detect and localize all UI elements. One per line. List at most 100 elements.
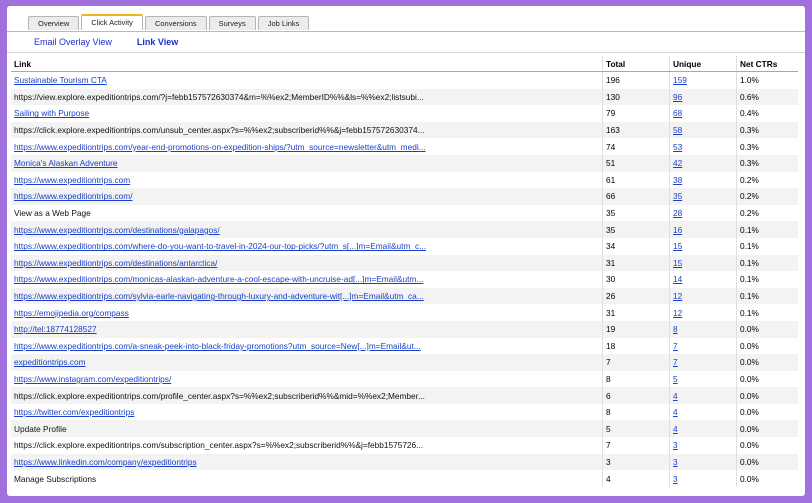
column-header-net-ctrs[interactable]: Net CTRs <box>736 56 798 72</box>
view-link-email-overlay-view[interactable]: Email Overlay View <box>34 37 112 47</box>
unique-count-link[interactable]: 96 <box>673 92 682 102</box>
unique-count-link[interactable]: 4 <box>673 407 678 417</box>
tracked-link[interactable]: https://www.expeditiontrips.com/monicas-… <box>14 274 499 284</box>
tracked-link[interactable]: https://www.expeditiontrips.com/ <box>14 191 499 201</box>
link-cell: https://click.explore.expeditiontrips.co… <box>11 437 603 454</box>
unique-count-link[interactable]: 12 <box>673 291 682 301</box>
unique-count-link[interactable]: 7 <box>673 357 678 367</box>
net-ctr-cell: 0.1% <box>736 254 798 272</box>
net-ctr-cell: 0.1% <box>736 287 798 305</box>
unique-cell: 16 <box>669 221 737 238</box>
tracked-link[interactable]: https://www.expeditiontrips.com/where-do… <box>14 241 499 251</box>
unique-count-link[interactable]: 4 <box>673 424 678 434</box>
unique-count-link[interactable]: 159 <box>673 75 687 85</box>
table-row: https://www.instagram.com/expeditiontrip… <box>11 370 798 388</box>
unique-count-link[interactable]: 28 <box>673 208 682 218</box>
unique-count-link[interactable]: 4 <box>673 391 678 401</box>
link-cell: https://www.expeditiontrips.com/destinat… <box>11 221 603 238</box>
unique-count-link[interactable]: 15 <box>673 258 682 268</box>
tracked-link[interactable]: https://www.expeditiontrips.com <box>14 175 499 185</box>
net-ctr-cell: 1.0% <box>736 71 798 89</box>
unique-count-link[interactable]: 7 <box>673 341 678 351</box>
unique-count-link[interactable]: 3 <box>673 440 678 450</box>
table-row: https://click.explore.expeditiontrips.co… <box>11 387 798 404</box>
total-cell: 8 <box>602 370 670 388</box>
tracked-link[interactable]: https://www.expeditiontrips.com/a-sneak-… <box>14 341 499 351</box>
unique-cell: 12 <box>669 287 737 305</box>
tracked-link[interactable]: Sustainable Tourism CTA <box>14 75 499 85</box>
total-cell: 130 <box>602 88 670 106</box>
unique-cell: 15 <box>669 237 737 255</box>
total-cell: 196 <box>602 71 670 89</box>
link-cell: Manage Subscriptions <box>11 470 603 487</box>
unique-count-link[interactable]: 68 <box>673 108 682 118</box>
unique-count-link[interactable]: 38 <box>673 175 682 185</box>
link-cell: Sustainable Tourism CTA <box>11 72 603 89</box>
unique-count-link[interactable]: 3 <box>673 474 678 484</box>
unique-cell: 42 <box>669 154 737 172</box>
unique-count-link[interactable]: 53 <box>673 142 682 152</box>
column-header-unique[interactable]: Unique <box>669 56 737 72</box>
tracked-link[interactable]: https://www.expeditiontrips.com/destinat… <box>14 258 499 268</box>
link-cell: https://emojipedia.org/compass <box>11 304 603 321</box>
total-cell: 3 <box>602 453 670 471</box>
tracked-link[interactable]: https://www.expeditiontrips.com/destinat… <box>14 225 499 235</box>
unique-count-link[interactable]: 8 <box>673 324 678 334</box>
net-ctr-cell: 0.2% <box>736 204 798 222</box>
net-ctr-cell: 0.1% <box>736 271 798 288</box>
column-header-total[interactable]: Total <box>602 56 670 72</box>
total-cell: 8 <box>602 403 670 421</box>
link-cell: View as a Web Page <box>11 205 603 222</box>
link-cell: https://click.explore.expeditiontrips.co… <box>11 121 603 139</box>
link-text: https://view.explore.expeditiontrips.com… <box>14 91 424 102</box>
tracked-link[interactable]: https://www.expeditiontrips.com/sylvia-e… <box>14 291 499 301</box>
net-ctr-cell: 0.2% <box>736 171 798 189</box>
net-ctr-cell: 0.0% <box>736 387 798 404</box>
table-row: https://click.explore.expeditiontrips.co… <box>11 121 798 139</box>
tracked-link[interactable]: https://twitter.com/expeditiontrips <box>14 407 499 417</box>
link-text: View as a Web Page <box>14 208 91 219</box>
unique-count-link[interactable]: 35 <box>673 191 682 201</box>
link-cell: https://www.expeditiontrips.com/where-do… <box>11 238 603 255</box>
column-header-link[interactable]: Link <box>11 56 603 72</box>
tracked-link[interactable]: https://www.expeditiontrips.com/year-end… <box>14 142 499 152</box>
unique-count-link[interactable]: 5 <box>673 374 678 384</box>
unique-count-link[interactable]: 42 <box>673 158 682 168</box>
total-cell: 34 <box>602 237 670 255</box>
total-cell: 79 <box>602 105 670 122</box>
unique-count-link[interactable]: 16 <box>673 225 682 235</box>
unique-count-link[interactable]: 14 <box>673 274 682 284</box>
unique-count-link[interactable]: 15 <box>673 241 682 251</box>
tab-conversions[interactable]: Conversions <box>144 16 207 30</box>
tracked-link[interactable]: http://tel:18774128527 <box>14 324 499 334</box>
net-ctr-cell: 0.0% <box>736 370 798 388</box>
tab-overview[interactable]: Overview <box>28 16 80 30</box>
unique-cell: 4 <box>669 420 737 438</box>
tracked-link[interactable]: https://www.linkedin.com/company/expedit… <box>14 457 499 467</box>
table-row: https://www.linkedin.com/company/expedit… <box>11 453 798 471</box>
table-row: https://www.expeditiontrips.com/66 35 0.2% <box>11 188 798 205</box>
unique-count-link[interactable]: 58 <box>673 125 682 135</box>
unique-cell: 3 <box>669 453 737 471</box>
link-cell: https://www.expeditiontrips.com/a-sneak-… <box>11 338 603 355</box>
tab-job-links[interactable]: Job Links <box>257 16 310 30</box>
tracked-link[interactable]: expeditiontrips.com <box>14 357 499 367</box>
total-cell: 163 <box>602 121 670 139</box>
tracked-link[interactable]: https://emojipedia.org/compass <box>14 308 499 318</box>
net-ctr-cell: 0.0% <box>736 337 798 355</box>
tab-surveys[interactable]: Surveys <box>208 16 256 30</box>
table-row: https://www.expeditiontrips.com/destinat… <box>11 254 798 272</box>
link-cell: https://www.linkedin.com/company/expedit… <box>11 453 603 471</box>
table-row: Sailing with Purpose 79 68 0.4% <box>11 105 798 122</box>
tracked-link[interactable]: Sailing with Purpose <box>14 108 499 118</box>
link-cell: Monica's Alaskan Adventure <box>11 154 603 172</box>
total-cell: 30 <box>602 271 670 288</box>
unique-count-link[interactable]: 3 <box>673 457 678 467</box>
view-link-link-view[interactable]: Link View <box>137 37 178 47</box>
report-window: Overview Click Activity Conversions Surveys… <box>7 6 805 496</box>
tab-click-activity[interactable]: Click Activity <box>81 14 143 30</box>
tracked-link[interactable]: https://www.instagram.com/expeditiontrip… <box>14 374 499 384</box>
net-ctr-cell: 0.3% <box>736 154 798 172</box>
unique-count-link[interactable]: 12 <box>673 308 682 318</box>
tracked-link[interactable]: Monica's Alaskan Adventure <box>14 158 499 168</box>
